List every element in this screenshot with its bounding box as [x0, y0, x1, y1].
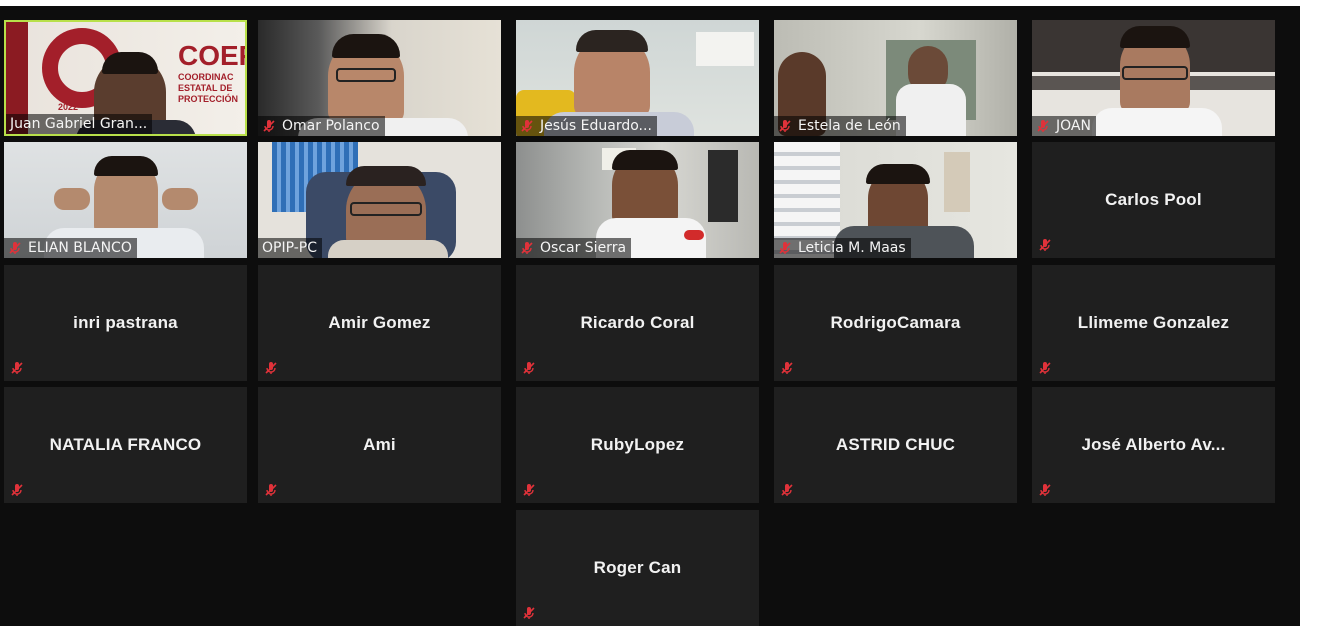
- participant-name: RubyLopez: [590, 435, 685, 454]
- muted-mic-icon: [781, 362, 793, 374]
- banner-year: 2022: [58, 102, 79, 112]
- participant-name: RodrigoCamara: [830, 313, 961, 332]
- participant-tile-1[interactable]: COEP COORDINAC ESTATAL DE PROTECCIÓN 202…: [4, 20, 247, 136]
- participant-name: Ricardo Coral: [580, 313, 695, 332]
- participant-tile-3[interactable]: Jesús Eduardo...: [516, 20, 759, 136]
- participant-tile-17[interactable]: Ami: [258, 387, 501, 503]
- participant-tile-2[interactable]: Omar Polanco: [258, 20, 501, 136]
- participant-tile-9[interactable]: Leticia M. Maas: [774, 142, 1017, 258]
- participant-tile-19[interactable]: ASTRID CHUC: [774, 387, 1017, 503]
- muted-mic-icon: [1037, 120, 1049, 132]
- participant-name-label: Oscar Sierra: [516, 238, 632, 258]
- participant-name: Llimeme Gonzalez: [1077, 313, 1230, 332]
- participant-tile-20[interactable]: José Alberto Av...: [1032, 387, 1275, 503]
- participant-tile-7[interactable]: OPIP-PC: [258, 142, 501, 258]
- muted-mic-icon: [779, 120, 791, 132]
- muted-mic-icon: [265, 362, 277, 374]
- muted-mic-icon: [9, 242, 21, 254]
- participant-name-label: Leticia M. Maas: [774, 238, 911, 258]
- participant-name-label: ELIAN BLANCO: [4, 238, 137, 258]
- participant-tile-11[interactable]: inri pastrana: [4, 265, 247, 381]
- bottom-frame-edge: [0, 626, 1320, 630]
- muted-mic-icon: [1039, 484, 1051, 496]
- participant-tile-21[interactable]: Roger Can: [516, 510, 759, 626]
- muted-mic-icon: [521, 120, 533, 132]
- participant-name-label: OPIP-PC: [258, 238, 322, 258]
- participant-name: Ami: [363, 435, 396, 454]
- participant-tile-18[interactable]: RubyLopez: [516, 387, 759, 503]
- participant-name: Amir Gomez: [328, 313, 431, 332]
- participant-tile-13[interactable]: Ricardo Coral: [516, 265, 759, 381]
- participant-tile-14[interactable]: RodrigoCamara: [774, 265, 1017, 381]
- muted-mic-icon: [781, 484, 793, 496]
- participant-name-label: Estela de León: [774, 116, 906, 136]
- participant-name: NATALIA FRANCO: [49, 435, 202, 454]
- participant-tile-4[interactable]: Estela de León: [774, 20, 1017, 136]
- participant-tile-15[interactable]: Llimeme Gonzalez: [1032, 265, 1275, 381]
- participant-name-label: JOAN: [1032, 116, 1096, 136]
- participant-name-label: Jesús Eduardo...: [516, 116, 657, 136]
- muted-mic-icon: [1039, 362, 1051, 374]
- muted-mic-icon: [523, 362, 535, 374]
- top-frame-edge: [0, 0, 1320, 6]
- muted-mic-icon: [521, 242, 533, 254]
- muted-mic-icon: [265, 484, 277, 496]
- muted-mic-icon: [1039, 239, 1051, 251]
- muted-mic-icon: [523, 484, 535, 496]
- participant-tile-8[interactable]: Oscar Sierra: [516, 142, 759, 258]
- participant-tile-12[interactable]: Amir Gomez: [258, 265, 501, 381]
- participant-name-label: Omar Polanco: [258, 116, 385, 136]
- participant-tile-10[interactable]: Carlos Pool: [1032, 142, 1275, 258]
- participant-name: Roger Can: [593, 558, 682, 577]
- participant-name: Carlos Pool: [1105, 190, 1202, 209]
- muted-mic-icon: [11, 484, 23, 496]
- participant-name: José Alberto Av...: [1081, 435, 1226, 454]
- banner-line-2: ESTATAL DE: [178, 83, 233, 93]
- participant-tile-6[interactable]: ELIAN BLANCO: [4, 142, 247, 258]
- muted-mic-icon: [263, 120, 275, 132]
- video-grid: COEP COORDINAC ESTATAL DE PROTECCIÓN 202…: [0, 0, 1320, 630]
- banner-line-3: PROTECCIÓN: [178, 94, 239, 104]
- participant-name: ASTRID CHUC: [835, 435, 956, 454]
- muted-mic-icon: [11, 362, 23, 374]
- participant-tile-5[interactable]: JOAN: [1032, 20, 1275, 136]
- participant-name-label: Juan Gabriel Gran...: [6, 114, 153, 134]
- muted-mic-icon: [523, 607, 535, 619]
- muted-mic-icon: [779, 242, 791, 254]
- right-frame-edge: [1300, 0, 1320, 630]
- participant-tile-16[interactable]: NATALIA FRANCO: [4, 387, 247, 503]
- banner-line-1: COORDINAC: [178, 72, 234, 82]
- banner-logo-text: COEP: [178, 40, 245, 71]
- participant-name: inri pastrana: [73, 313, 178, 332]
